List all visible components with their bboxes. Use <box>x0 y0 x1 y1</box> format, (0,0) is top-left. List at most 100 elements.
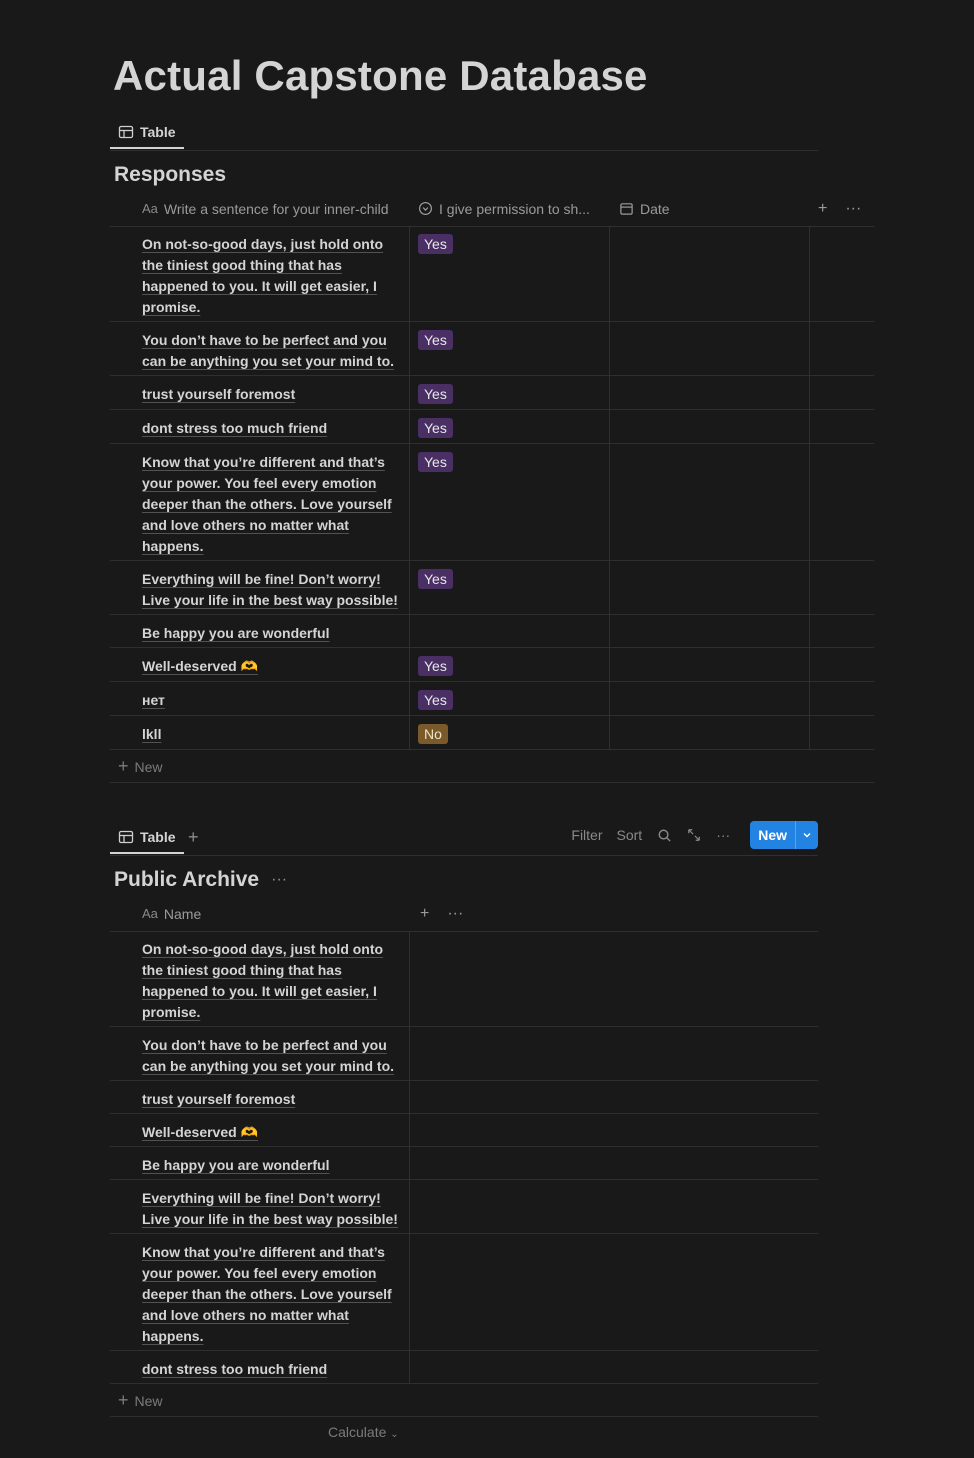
more-icon[interactable]: ··· <box>716 827 730 843</box>
permission-cell[interactable]: Yes <box>410 648 610 681</box>
tab-table[interactable]: Table <box>110 821 184 854</box>
more-icon[interactable]: ··· <box>845 200 861 218</box>
permission-cell[interactable]: Yes <box>410 561 610 614</box>
permission-cell[interactable]: No <box>410 716 610 749</box>
date-cell[interactable] <box>610 410 810 443</box>
permission-cell[interactable]: Yes <box>410 444 610 560</box>
permission-cell[interactable]: Yes <box>410 376 610 409</box>
name-cell[interactable]: On not-so-good days, just hold onto the … <box>110 226 410 321</box>
table-row[interactable]: You don’t have to be perfect and you can… <box>110 1027 818 1081</box>
table-row[interactable]: Well-deserved 🫶 <box>110 1114 818 1147</box>
table-row[interactable]: Everything will be fine! Don’t worry! Li… <box>110 1180 818 1234</box>
column-header-name[interactable]: Aa Name <box>142 896 201 931</box>
name-cell[interactable]: You don’t have to be perfect and you can… <box>110 322 410 375</box>
calculate-button[interactable]: Calculate ⌄ <box>328 1424 399 1440</box>
name-cell[interactable]: Know that you’re different and that’s yo… <box>110 1234 410 1350</box>
row-title[interactable]: Well-deserved 🫶 <box>142 1124 258 1140</box>
name-cell[interactable]: Know that you’re different and that’s yo… <box>110 444 410 560</box>
table-row[interactable]: On not-so-good days, just hold onto the … <box>110 226 874 322</box>
row-title[interactable]: нет <box>142 692 165 708</box>
row-title[interactable]: trust yourself foremost <box>142 386 295 402</box>
name-cell[interactable]: trust yourself foremost <box>110 1081 410 1113</box>
add-column-icon[interactable]: + <box>420 905 429 923</box>
name-cell[interactable]: lkll <box>110 716 410 749</box>
date-cell[interactable] <box>610 615 810 647</box>
name-cell[interactable]: Be happy you are wonderful <box>110 615 410 647</box>
more-icon[interactable]: ··· <box>447 905 463 923</box>
name-cell[interactable]: Everything will be fine! Don’t worry! Li… <box>110 1180 410 1233</box>
row-title[interactable]: On not-so-good days, just hold onto the … <box>142 941 383 1020</box>
table-row[interactable]: dont stress too much friend <box>110 1351 818 1384</box>
name-cell[interactable]: On not-so-good days, just hold onto the … <box>110 931 410 1026</box>
permission-cell[interactable] <box>410 615 610 647</box>
name-cell[interactable]: Be happy you are wonderful <box>110 1147 410 1179</box>
row-title[interactable]: You don’t have to be perfect and you can… <box>142 1037 394 1074</box>
name-cell[interactable]: Well-deserved 🫶 <box>110 648 410 681</box>
name-cell[interactable]: trust yourself foremost <box>110 376 410 409</box>
table-row[interactable]: Be happy you are wonderful <box>110 1147 818 1180</box>
table-row[interactable]: нет Yes <box>110 682 874 716</box>
filter-button[interactable]: Filter <box>571 827 602 843</box>
chevron-down-icon[interactable] <box>795 821 818 849</box>
name-cell[interactable]: нет <box>110 682 410 715</box>
new-record-button[interactable]: New <box>750 821 818 849</box>
column-header-date[interactable]: Date <box>619 191 670 226</box>
row-title[interactable]: dont stress too much friend <box>142 1361 327 1377</box>
date-cell[interactable] <box>610 322 810 375</box>
name-cell[interactable]: dont stress too much friend <box>110 1351 410 1383</box>
table-row[interactable]: Everything will be fine! Don’t worry! Li… <box>110 561 874 615</box>
row-title[interactable]: Know that you’re different and that’s yo… <box>142 454 392 554</box>
table-row[interactable]: Be happy you are wonderful <box>110 615 874 648</box>
date-cell[interactable] <box>610 648 810 681</box>
permission-cell[interactable]: Yes <box>410 226 610 321</box>
permission-cell[interactable]: Yes <box>410 322 610 375</box>
table-row[interactable]: Know that you’re different and that’s yo… <box>110 1234 818 1351</box>
row-title[interactable]: lkll <box>142 726 161 742</box>
database-title[interactable]: Public Archive ··· <box>114 868 287 892</box>
row-title[interactable]: Well-deserved 🫶 <box>142 658 258 674</box>
table-row[interactable]: On not-so-good days, just hold onto the … <box>110 931 818 1027</box>
permission-cell[interactable]: Yes <box>410 410 610 443</box>
row-title[interactable]: Be happy you are wonderful <box>142 1157 329 1173</box>
add-new-row-button[interactable]: + New <box>110 1385 818 1417</box>
row-title[interactable]: On not-so-good days, just hold onto the … <box>142 236 383 315</box>
date-cell[interactable] <box>610 716 810 749</box>
date-cell[interactable] <box>610 561 810 614</box>
table-row[interactable]: dont stress too much friend Yes <box>110 410 874 444</box>
name-cell[interactable]: You don’t have to be perfect and you can… <box>110 1027 410 1080</box>
row-title[interactable]: trust yourself foremost <box>142 1091 295 1107</box>
column-header-inner-child[interactable]: Aa Write a sentence for your inner-child <box>142 191 389 226</box>
row-title[interactable]: Everything will be fine! Don’t worry! Li… <box>142 571 398 608</box>
table-row[interactable]: trust yourself foremost Yes <box>110 376 874 410</box>
row-title[interactable]: You don’t have to be perfect and you can… <box>142 332 394 369</box>
name-cell[interactable]: Well-deserved 🫶 <box>110 1114 410 1146</box>
date-cell[interactable] <box>610 376 810 409</box>
row-title[interactable]: Know that you’re different and that’s yo… <box>142 1244 392 1344</box>
date-cell[interactable] <box>610 226 810 321</box>
permission-cell[interactable]: Yes <box>410 682 610 715</box>
table-row[interactable]: lkll No <box>110 716 874 750</box>
table-row[interactable]: You don’t have to be perfect and you can… <box>110 322 874 376</box>
more-icon[interactable]: ··· <box>271 871 287 889</box>
row-title[interactable]: dont stress too much friend <box>142 420 327 436</box>
search-icon[interactable] <box>656 827 672 843</box>
expand-icon[interactable] <box>686 827 702 843</box>
date-cell[interactable] <box>610 444 810 560</box>
column-header-permission[interactable]: I give permission to sh... <box>418 191 590 226</box>
row-title[interactable]: Everything will be fine! Don’t worry! Li… <box>142 1190 398 1227</box>
row-title[interactable]: Be happy you are wonderful <box>142 625 329 641</box>
table-row[interactable]: Well-deserved 🫶 Yes <box>110 648 874 682</box>
add-view-icon[interactable]: + <box>188 827 199 848</box>
date-cell[interactable] <box>610 682 810 715</box>
name-cell[interactable]: dont stress too much friend <box>110 410 410 443</box>
database-title[interactable]: Responses <box>114 163 226 187</box>
tab-table[interactable]: Table <box>110 116 184 149</box>
name-cell[interactable]: Everything will be fine! Don’t worry! Li… <box>110 561 410 614</box>
add-new-row-button[interactable]: + New <box>110 751 874 783</box>
calendar-icon <box>620 203 633 215</box>
sort-button[interactable]: Sort <box>617 827 643 843</box>
table-row[interactable]: Know that you’re different and that’s yo… <box>110 444 874 561</box>
text-type-icon: Aa <box>142 906 158 921</box>
add-column-icon[interactable]: + <box>818 200 827 218</box>
table-row[interactable]: trust yourself foremost <box>110 1081 818 1114</box>
